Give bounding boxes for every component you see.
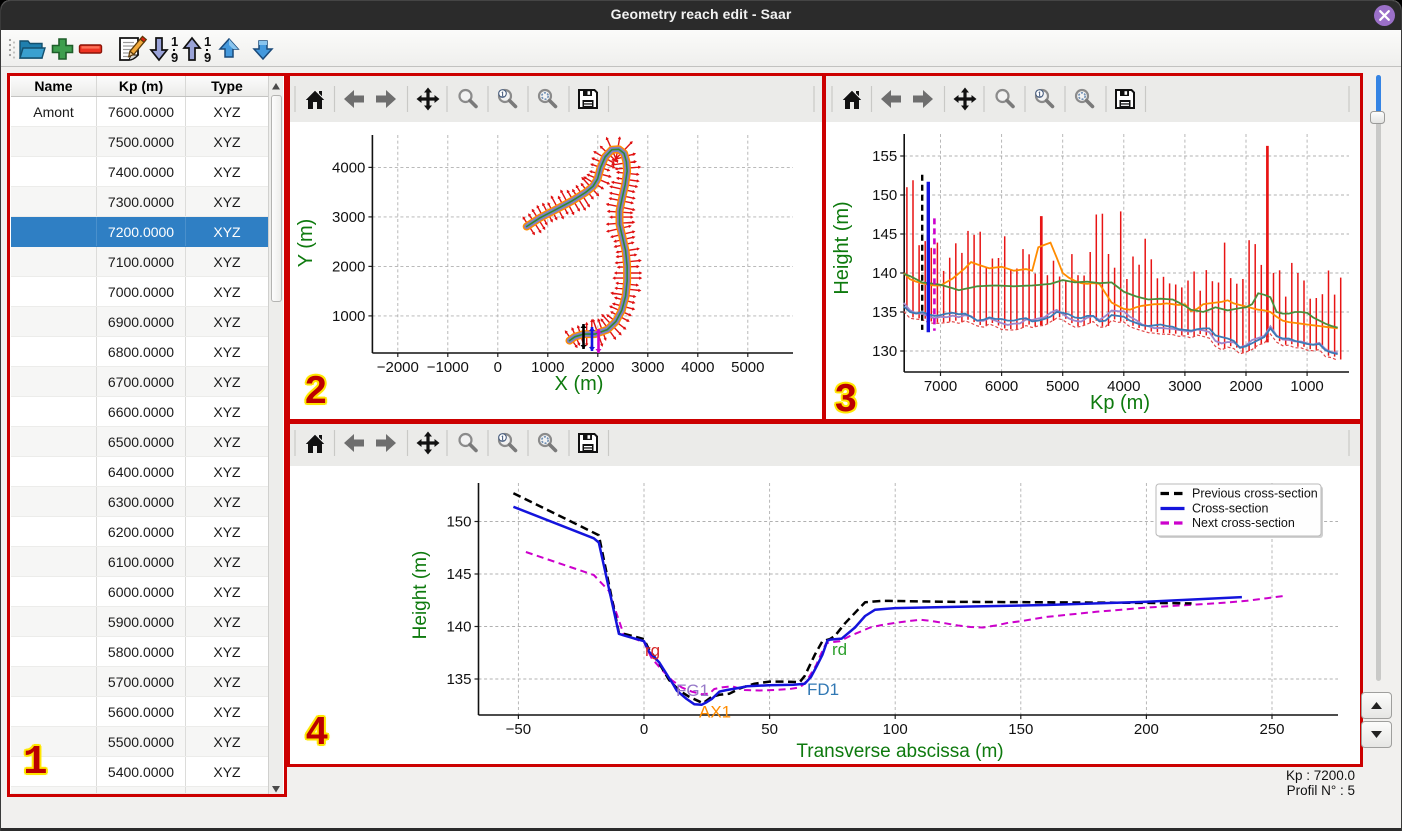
svg-text:0: 0 [494,359,502,376]
svg-text:Kp (m): Kp (m) [1090,392,1150,414]
svg-text:rg: rg [645,641,660,660]
svg-text:150: 150 [446,514,471,531]
svg-text:1: 1 [501,433,505,442]
svg-text:100: 100 [883,721,908,738]
svg-text:145: 145 [446,566,471,583]
svg-text:135: 135 [446,671,471,688]
svg-text:50: 50 [761,721,778,738]
svg-text:7000: 7000 [924,378,957,395]
svg-text:1: 1 [501,89,505,98]
svg-text:130: 130 [872,343,897,360]
svg-text:X (m): X (m) [555,373,604,395]
svg-text:FG1: FG1 [676,681,709,700]
svg-text:2000: 2000 [1229,378,1262,395]
svg-text:Cross-section: Cross-section [1192,502,1268,516]
svg-text:2000: 2000 [332,258,365,275]
svg-text:Height (m): Height (m) [410,551,431,640]
svg-text:1: 1 [171,34,178,49]
svg-text:200: 200 [1134,721,1159,738]
svg-text:1000: 1000 [1290,378,1323,395]
svg-text:150: 150 [872,187,897,204]
svg-text:250: 250 [1259,721,1284,738]
svg-text:140: 140 [446,619,471,636]
svg-text:6000: 6000 [985,378,1018,395]
svg-text:Transverse abscissa (m): Transverse abscissa (m) [796,741,1003,762]
svg-text:−2000: −2000 [377,359,419,376]
svg-text:Previous cross-section: Previous cross-section [1192,487,1318,501]
svg-text:3000: 3000 [631,359,664,376]
svg-text:3000: 3000 [1168,378,1201,395]
svg-text:4000: 4000 [332,159,365,176]
svg-text:9: 9 [204,50,211,65]
svg-text:Height (m): Height (m) [831,201,853,294]
svg-text:3000: 3000 [332,209,365,226]
svg-text:155: 155 [872,148,897,165]
svg-text:9: 9 [171,50,178,65]
svg-text:rd: rd [832,640,847,659]
svg-text:135: 135 [872,304,897,321]
svg-text:FD1: FD1 [807,680,839,699]
svg-text:Y (m): Y (m) [295,219,317,268]
svg-text:−1000: −1000 [427,359,469,376]
svg-text:Next cross-section: Next cross-section [1192,516,1295,530]
svg-text:AX1: AX1 [699,703,731,722]
svg-text:5000: 5000 [731,359,764,376]
svg-text:1: 1 [1038,89,1042,98]
svg-text:0: 0 [640,721,648,738]
svg-text:−50: −50 [506,721,531,738]
svg-text:4000: 4000 [681,359,714,376]
svg-text:140: 140 [872,265,897,282]
svg-text:145: 145 [872,226,897,243]
svg-text:1000: 1000 [332,308,365,325]
svg-text:1: 1 [204,34,211,49]
svg-text:150: 150 [1008,721,1033,738]
svg-text:5000: 5000 [1046,378,1079,395]
